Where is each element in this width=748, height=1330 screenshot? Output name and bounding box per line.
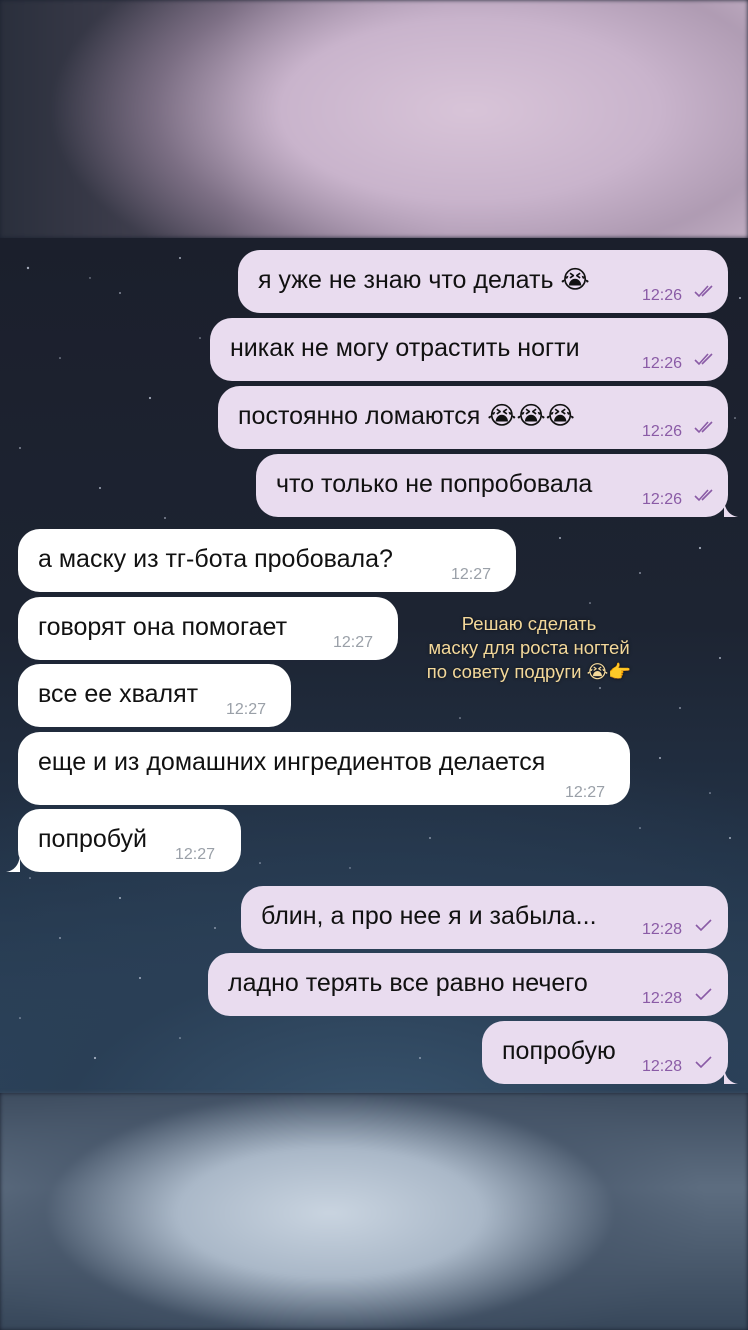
message-text: попробуй	[38, 825, 148, 853]
message-text: блин, а про нее я и забыла...	[261, 902, 597, 930]
message-incoming[interactable]: все ее хвалят 12:27	[18, 664, 291, 727]
message-incoming[interactable]: говорят она помогает 12:27	[18, 597, 398, 660]
message-outgoing[interactable]: никак не могу отрастить ногти 12:26	[210, 318, 728, 381]
message-time: 12:27	[226, 701, 267, 718]
check-icon	[695, 919, 712, 932]
blurred-top-area	[0, 0, 748, 238]
message-outgoing[interactable]: я уже не знаю что делать 😭 12:26	[238, 250, 728, 313]
message-text: еще и из домашних ингредиентов делается	[38, 748, 546, 776]
message-text: я уже не знаю что делать 😭	[258, 265, 590, 294]
message-time: 12:27	[333, 634, 374, 651]
double-check-icon	[694, 353, 713, 366]
message-text: попробую	[502, 1037, 616, 1065]
caption-line: Решаю сделать	[461, 613, 597, 634]
double-check-icon	[694, 421, 713, 434]
overlay-caption: Решаю сделать маску для роста ногтей по …	[400, 612, 658, 685]
message-incoming[interactable]: а маску из тг-бота пробовала? 12:27	[18, 529, 516, 592]
double-check-icon	[694, 489, 713, 502]
message-outgoing[interactable]: блин, а про нее я и забыла... 12:28	[241, 886, 728, 949]
message-time: 12:27	[565, 784, 606, 801]
bubble-tail	[6, 856, 20, 872]
caption-line: маску для роста ногтей	[428, 637, 630, 658]
message-incoming[interactable]: еще и из домашних ингредиентов делается …	[18, 732, 630, 805]
message-text: постоянно ломаются 😭😭😭	[238, 401, 575, 430]
message-incoming[interactable]: попробуй 12:27	[18, 809, 241, 872]
message-outgoing[interactable]: что только не попробовала 12:26	[256, 454, 728, 517]
crying-emoji: 😭😭😭	[487, 401, 575, 430]
message-outgoing[interactable]: попробую 12:28	[482, 1021, 728, 1084]
check-icon	[695, 988, 712, 1001]
chat-area[interactable]: я уже не знаю что делать 😭 12:26 никак н…	[0, 238, 748, 1093]
message-time: 12:26	[642, 491, 683, 508]
message-text: а маску из тг-бота пробовала?	[38, 545, 393, 573]
message-outgoing[interactable]: постоянно ломаются 😭😭😭 12:26	[218, 386, 728, 449]
check-icon	[695, 1056, 712, 1069]
crying-emoji: 😭	[560, 265, 590, 294]
blurred-bottom-area	[0, 1093, 748, 1330]
message-text: ладно терять все равно нечего	[228, 969, 588, 997]
crying-pointing-emoji: 😭👉	[586, 662, 632, 683]
message-time: 12:26	[642, 355, 683, 372]
message-text: никак не могу отрастить ногти	[230, 334, 580, 362]
bubble-tail	[724, 501, 738, 517]
double-check-icon	[694, 285, 713, 298]
message-time: 12:27	[451, 566, 492, 583]
message-time: 12:28	[642, 921, 683, 938]
message-time: 12:27	[175, 846, 216, 863]
message-time: 12:28	[642, 1058, 683, 1075]
message-text: все ее хвалят	[38, 680, 199, 708]
message-text: говорят она помогает	[38, 613, 288, 641]
bubble-tail	[724, 1068, 738, 1084]
message-outgoing[interactable]: ладно терять все равно нечего 12:28	[208, 953, 728, 1016]
caption-line: по совету подруги 😭👉	[426, 661, 632, 683]
message-text: что только не попробовала	[276, 470, 593, 498]
message-time: 12:26	[642, 287, 683, 304]
message-time: 12:28	[642, 990, 683, 1007]
message-time: 12:26	[642, 423, 683, 440]
